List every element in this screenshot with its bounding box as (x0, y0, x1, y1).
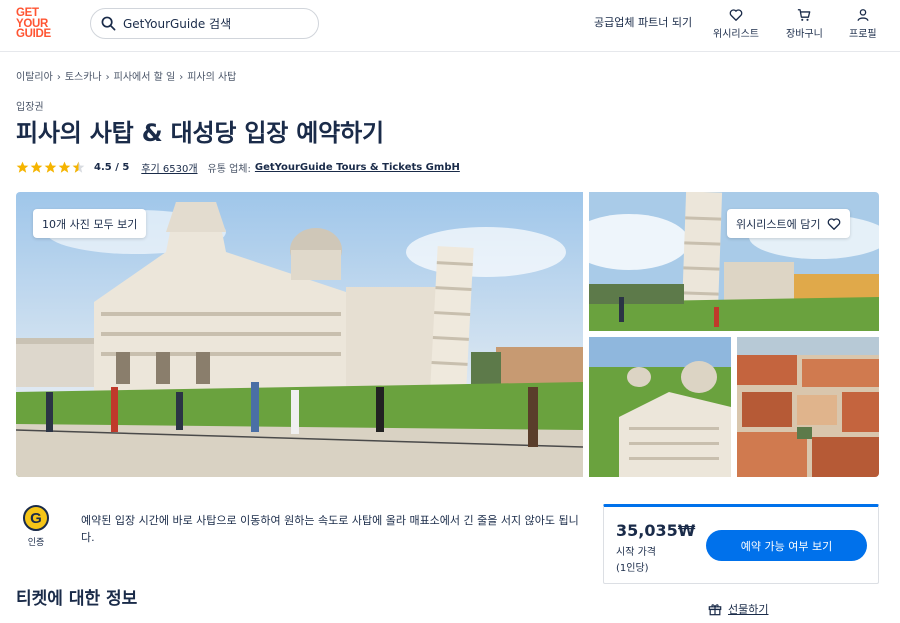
star-icon (30, 161, 43, 173)
add-to-wishlist-button[interactable]: 위시리스트에 담기 (727, 209, 851, 238)
gift-label: 선물하기 (728, 603, 769, 616)
search-placeholder: GetYourGuide 검색 (123, 17, 232, 31)
breadcrumb: 이탈리아 › 토스카나 › 피사에서 할 일 › 피사의 사탑 (16, 68, 236, 83)
search-icon (101, 16, 116, 31)
cathedral-aerial-photo (589, 337, 731, 477)
price-per-person: (1인당) (616, 563, 649, 574)
cart-label: 장바구니 (786, 29, 823, 40)
rating-value: 4.5 / 5 (94, 161, 130, 173)
breadcrumb-separator: › (179, 72, 184, 83)
certified-g-icon: G (23, 505, 49, 531)
gift-link[interactable]: 선물하기 (708, 601, 768, 617)
rating-row: 4.5 / 5 후기 6530개 유통 업체: GetYourGuide Tou… (16, 159, 460, 175)
wishlist-label: 위시리스트 (713, 29, 759, 40)
logo-line-1: GET (16, 7, 39, 19)
price: 35,035₩ (616, 521, 696, 540)
breadcrumb-item-tuscany[interactable]: 토스카나 (65, 72, 102, 83)
half-star-icon (72, 161, 85, 173)
pisa-rooftops-photo (737, 337, 879, 477)
breadcrumb-item-leaning-tower[interactable]: 피사의 사탑 (187, 72, 236, 83)
certified-badge: G 인증 (22, 505, 50, 548)
add-to-wishlist-label: 위시리스트에 담기 (736, 217, 821, 231)
gift-icon (708, 604, 722, 616)
star-icon (16, 161, 29, 173)
breadcrumb-separator: › (56, 72, 61, 83)
cart-nav-button[interactable]: 장바구니 (786, 8, 823, 40)
ticket-info-heading: 티켓에 대한 정보 (16, 589, 138, 609)
gallery-photo-3[interactable] (589, 337, 731, 477)
heart-icon (828, 217, 841, 230)
product-highlight: 예약된 입장 시간에 바로 사탑으로 이동하여 원하는 속도로 사탑에 올라 매… (81, 514, 579, 544)
heart-icon (729, 9, 743, 21)
wishlist-nav-button[interactable]: 위시리스트 (713, 8, 759, 40)
provider-link[interactable]: GetYourGuide Tours & Tickets GmbH (255, 162, 460, 173)
star-icon (44, 161, 57, 173)
price-from-label: 시작 가격 (616, 547, 656, 558)
getyourguide-logo[interactable]: GET YOUR GUIDE (16, 8, 58, 40)
page-title: 피사의 사탑 & 대성당 입장 예약하기 (16, 119, 384, 147)
check-availability-button[interactable]: 예약 가능 여부 보기 (706, 530, 867, 561)
booking-card: 35,035₩ 시작 가격 (1인당) 예약 가능 여부 보기 (603, 504, 879, 584)
supplier-partner-link[interactable]: 공급업체 파트너 되기 (594, 14, 692, 30)
breadcrumb-item-italy[interactable]: 이탈리아 (16, 72, 53, 83)
star-icon (58, 161, 71, 173)
search-input[interactable]: GetYourGuide 검색 (90, 8, 319, 39)
site-header: GET YOUR GUIDE GetYourGuide 검색 공급업체 파트너 … (0, 0, 900, 52)
breadcrumb-separator: › (105, 72, 110, 83)
breadcrumb-item-pisa-things-to-do[interactable]: 피사에서 할 일 (114, 72, 176, 83)
certified-label: 인증 (27, 538, 45, 548)
view-all-photos-button[interactable]: 10개 사진 모두 보기 (33, 209, 147, 238)
gallery-photo-4[interactable] (737, 337, 879, 477)
star-rating (16, 161, 86, 174)
logo-line-3: GUIDE (16, 28, 51, 40)
reviews-link[interactable]: 후기 6530개 (141, 160, 197, 175)
provider-label: 유통 업체: (207, 163, 251, 175)
product-category: 입장권 (16, 102, 44, 113)
profile-nav-button[interactable]: 프로필 (849, 8, 877, 40)
cart-icon (798, 9, 811, 21)
profile-label: 프로필 (849, 29, 877, 40)
profile-icon (857, 9, 869, 21)
